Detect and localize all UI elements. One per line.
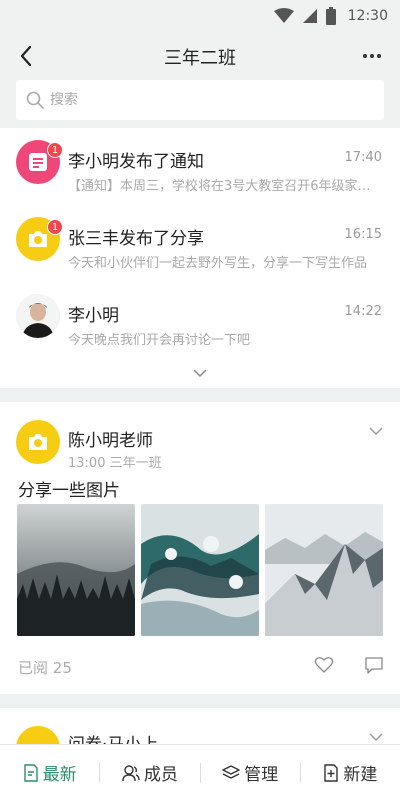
- message-time: 14:22: [344, 304, 382, 319]
- chevron-down-icon[interactable]: [368, 732, 384, 742]
- post-text: 分享一些图片: [18, 481, 120, 501]
- tab-new[interactable]: 新建: [301, 745, 400, 800]
- message-item[interactable]: 1 李小明发布了通知 17:40 【通知】本周三，学校将在3号大教室召开6年级家…: [0, 128, 400, 204]
- tab-manage[interactable]: 管理: [201, 745, 300, 800]
- message-time: 17:40: [344, 150, 382, 165]
- search-box[interactable]: [16, 80, 384, 120]
- members-icon: [122, 764, 140, 781]
- post-class: 三年一班: [109, 456, 162, 471]
- message-list: 1 李小明发布了通知 17:40 【通知】本周三，学校将在3号大教室召开6年级家…: [0, 128, 400, 388]
- unread-badge: 1: [47, 142, 63, 158]
- more-dots-icon: [363, 54, 367, 58]
- camera-icon: [29, 231, 47, 247]
- read-number: 25: [52, 659, 72, 677]
- message-item[interactable]: 1 张三丰发布了分享 16:15 今天和小伙伴们一起去野外写生，分享一下写生作品: [0, 205, 400, 281]
- post-author: 陈小明老师: [68, 431, 153, 451]
- message-preview: 今天晚点我们开会再讨论一下吧: [68, 333, 251, 348]
- wifi-icon: [273, 8, 294, 23]
- document-edit-icon: [23, 763, 38, 782]
- signal-icon: [302, 9, 317, 23]
- post-time: 13:00: [68, 456, 106, 471]
- post-image[interactable]: [17, 504, 135, 636]
- unread-badge: 1: [47, 219, 63, 235]
- camera-icon: [29, 434, 47, 450]
- status-bar: 12:30: [0, 0, 400, 32]
- post-card: 陈小明老师 13:00 三年一班 分享一些图片 已阅 25: [0, 402, 400, 694]
- heart-icon[interactable]: [314, 656, 334, 674]
- comment-icon[interactable]: [364, 656, 384, 674]
- status-time: 12:30: [347, 8, 388, 24]
- post-meta: 13:00 三年一班: [68, 452, 162, 471]
- message-preview: 今天和小伙伴们一起去野外写生，分享一下写生作品: [68, 256, 368, 271]
- chevron-down-icon[interactable]: [368, 426, 384, 436]
- page-title: 三年二班: [164, 48, 236, 69]
- message-title: 李小明: [68, 306, 119, 326]
- more-button[interactable]: [358, 42, 386, 70]
- tab-members[interactable]: 成员: [100, 745, 199, 800]
- tab-label: 管理: [244, 765, 279, 785]
- search-icon: [26, 91, 44, 109]
- expand-chevron-icon[interactable]: [192, 368, 208, 378]
- tab-label: 成员: [143, 765, 178, 785]
- layers-icon: [222, 764, 240, 779]
- message-title: 张三丰发布了分享: [68, 229, 204, 249]
- message-item[interactable]: 李小明 14:22 今天晚点我们开会再讨论一下吧: [0, 282, 400, 358]
- post-avatar: [16, 420, 60, 464]
- post-image[interactable]: [265, 504, 383, 636]
- person-photo: [16, 294, 60, 338]
- post-image[interactable]: [141, 504, 259, 636]
- message-time: 16:15: [344, 227, 382, 242]
- bottom-tab-bar: 最新 成员 管理 新建: [0, 744, 400, 800]
- user-avatar: [16, 294, 60, 338]
- notice-icon: [29, 153, 47, 171]
- tab-latest[interactable]: 最新: [0, 745, 99, 800]
- search-input[interactable]: [50, 92, 350, 108]
- new-document-icon: [324, 763, 339, 782]
- message-title: 李小明发布了通知: [68, 152, 204, 172]
- search-bar: [0, 80, 400, 128]
- nav-bar: 三年二班: [0, 32, 400, 80]
- read-label: 已阅: [18, 659, 49, 677]
- post-card: 问卷·马小上: [0, 708, 400, 748]
- tab-label: 最新: [42, 765, 77, 785]
- tab-label: 新建: [343, 765, 378, 785]
- battery-icon: [325, 7, 336, 25]
- read-count: 已阅 25: [18, 657, 72, 678]
- message-preview: 【通知】本周三，学校将在3号大教室召开6年级家长会: [68, 179, 380, 194]
